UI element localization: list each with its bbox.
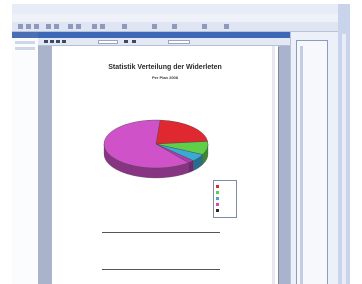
zoom-select[interactable] [168, 40, 190, 44]
legend-swatch [216, 197, 219, 200]
screenshot: Statistik Verteilung der Widerleten Per … [0, 0, 362, 284]
toolbar-button[interactable] [92, 24, 97, 29]
toolbar-button[interactable] [224, 24, 229, 29]
legend-swatch [216, 203, 219, 206]
toolbar-button[interactable] [122, 24, 127, 29]
toolbar-button[interactable] [26, 24, 31, 29]
toolbar-button[interactable] [152, 24, 157, 29]
table-cell [102, 269, 142, 276]
pie-chart [103, 119, 209, 179]
toolbar-button[interactable] [18, 24, 23, 29]
toolbar-button[interactable] [76, 24, 81, 29]
table-cell [141, 269, 181, 276]
toolbar-button[interactable] [54, 24, 59, 29]
main-toolbar [12, 22, 350, 32]
toolbar-button[interactable] [68, 24, 73, 29]
toolbar-button[interactable] [100, 24, 105, 29]
toolbar-button[interactable] [202, 24, 207, 29]
table-cell [180, 269, 220, 276]
export-button[interactable] [132, 40, 136, 43]
desktop-edge [338, 4, 350, 284]
legend-entry [216, 197, 234, 200]
preview-toolbar [38, 38, 290, 46]
navigation-pane-header [12, 32, 38, 38]
legend-swatch [216, 191, 219, 194]
chart-legend [213, 180, 237, 218]
next-page-button[interactable] [56, 40, 60, 43]
navigation-item[interactable] [15, 47, 35, 50]
last-page-button[interactable] [62, 40, 66, 43]
vertical-scrollbar[interactable] [300, 46, 303, 284]
navigation-item[interactable] [15, 41, 35, 44]
page-number-field[interactable] [98, 40, 118, 44]
navigation-pane [12, 32, 39, 284]
legend-entry [216, 191, 234, 194]
legend-entry [216, 203, 234, 206]
report-subtitle: Per Plan 2008 [151, 75, 179, 80]
print-button[interactable] [124, 40, 128, 43]
legend-swatch [216, 185, 219, 188]
legend-entry [216, 209, 234, 212]
previous-page-button[interactable] [50, 40, 54, 43]
legend-entry [216, 185, 234, 188]
pie-slice [155, 119, 208, 145]
report-title: Statistik Verteilung der Widerleten [108, 64, 222, 71]
table-total-row [102, 269, 220, 276]
menu-bar[interactable] [12, 14, 350, 22]
toolbar-button[interactable] [46, 24, 51, 29]
toolbar-button[interactable] [172, 24, 177, 29]
toolbar-button[interactable] [34, 24, 39, 29]
first-page-button[interactable] [44, 40, 48, 43]
legend-swatch [216, 209, 219, 212]
page-scroll-edge [272, 46, 275, 284]
data-table [102, 226, 220, 276]
outer-scrollbar[interactable] [342, 34, 346, 284]
